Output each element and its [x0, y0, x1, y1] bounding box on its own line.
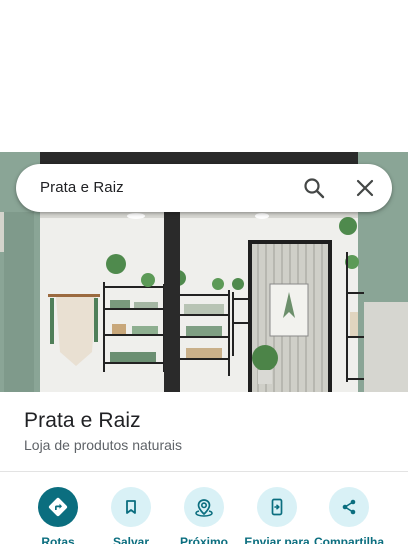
map-blank-area [0, 0, 408, 152]
divider [0, 471, 408, 472]
place-category[interactable]: Loja de produtos naturais [24, 437, 182, 453]
directions-icon [38, 487, 78, 527]
share-icon [329, 487, 369, 527]
send-to-phone-icon [257, 487, 297, 527]
search-icon[interactable] [302, 176, 326, 200]
close-icon[interactable] [353, 176, 377, 200]
place-title: Prata e Raiz [24, 409, 141, 432]
nearby-icon [184, 487, 224, 527]
share-button[interactable]: Compartilha [309, 487, 389, 544]
share-label: Compartilha [313, 535, 384, 544]
search-input[interactable]: Prata e Raiz [40, 164, 124, 212]
bookmark-icon [111, 487, 151, 527]
search-bar[interactable]: Prata e Raiz [16, 164, 392, 212]
